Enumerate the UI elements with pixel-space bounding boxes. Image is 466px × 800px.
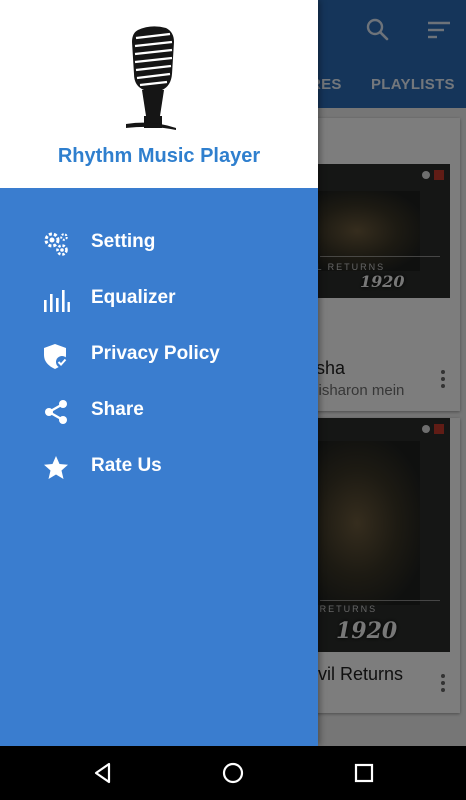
system-navigation-bar xyxy=(0,746,466,800)
menu-item-label: Share xyxy=(91,399,144,420)
drawer-header: Rhythm Music Player xyxy=(0,0,318,188)
gears-icon xyxy=(42,230,70,258)
menu-item-privacy-policy[interactable]: Privacy Policy xyxy=(0,328,318,384)
home-circle-icon[interactable] xyxy=(220,760,246,786)
microphone-logo-icon xyxy=(116,24,186,132)
recents-square-icon[interactable] xyxy=(351,760,377,786)
menu-item-label: Setting xyxy=(91,231,156,252)
star-icon xyxy=(42,454,70,482)
drawer-title: Rhythm Music Player xyxy=(57,145,261,167)
share-icon xyxy=(42,398,70,426)
back-triangle-icon[interactable] xyxy=(90,760,116,786)
menu-item-label: Privacy Policy xyxy=(91,343,220,364)
menu-item-share[interactable]: Share xyxy=(0,384,318,440)
equalizer-icon xyxy=(42,286,70,314)
menu-item-rate-us[interactable]: Rate Us xyxy=(0,440,318,496)
menu-item-setting[interactable]: Setting xyxy=(0,216,318,272)
shield-check-icon xyxy=(42,342,70,370)
menu-item-label: Rate Us xyxy=(91,455,162,476)
menu-item-equalizer[interactable]: Equalizer xyxy=(0,272,318,328)
navigation-drawer: Rhythm Music Player Setting Equalizer Pr… xyxy=(0,0,318,746)
menu-item-label: Equalizer xyxy=(91,287,176,308)
